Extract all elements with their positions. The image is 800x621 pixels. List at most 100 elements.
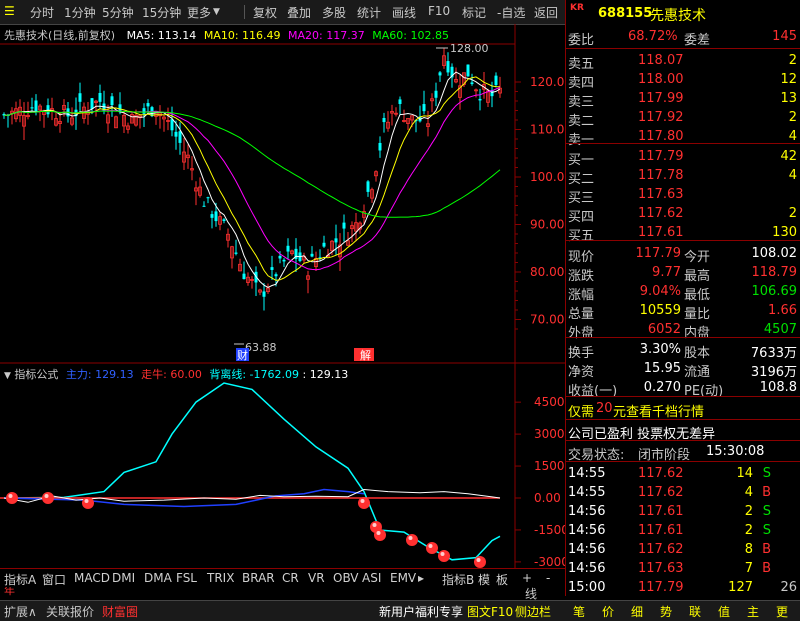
buy-row[interactable]: 买三 117.63 (566, 185, 800, 206)
zixuan-button[interactable]: -自选 (497, 4, 525, 21)
tick-volume: 2 (744, 523, 753, 538)
panel-tab[interactable]: 细 (631, 603, 643, 620)
candle-body (466, 64, 470, 77)
buy-price: 117.79 (638, 149, 684, 164)
buy-row[interactable]: 买四 117.62 2 (566, 204, 800, 225)
huaxian-button[interactable]: 画线 (392, 4, 416, 21)
trade-status-time: 15:30:08 (706, 444, 765, 459)
tab-5min[interactable]: 5分钟 (102, 4, 134, 21)
tab-more[interactable]: 更多 (187, 4, 211, 21)
signal-marker (426, 542, 438, 554)
diejia-button[interactable]: 叠加 (287, 4, 311, 21)
tick-row: 14:56 117.61 2 S (566, 521, 800, 540)
f10-graphic-button[interactable]: 图文F10 (467, 603, 513, 620)
indicator-tab[interactable]: EMV (390, 571, 416, 585)
panel-tab[interactable]: 价 (602, 603, 614, 620)
indicator-tab[interactable]: VR (308, 571, 325, 585)
indicator-tab[interactable]: BRAR (242, 571, 275, 585)
indicator-tab[interactable]: ASI (362, 571, 381, 585)
jie-tag[interactable]: 解 (360, 348, 371, 362)
linked-quote-button[interactable]: 关联报价 (46, 603, 94, 620)
tab-scroll-icon[interactable]: - (546, 571, 550, 585)
signal-marker-highlight (440, 552, 445, 556)
panel-tab[interactable]: 更 (776, 603, 788, 620)
indicator-legend: ▼ 指标公式 主力: 129.13 走牛: 60.00 背离线: -1762.0… (4, 366, 348, 382)
candle-body (34, 100, 38, 113)
ma60-line (3, 110, 501, 218)
fuquan-button[interactable]: 复权 (253, 4, 277, 21)
tab-scroll-icon[interactable]: ▸ (418, 571, 424, 585)
candle-body (478, 98, 482, 101)
indicator-tab[interactable]: DMA (144, 571, 172, 585)
indicator-tab[interactable]: MACD (74, 571, 110, 585)
fin-tag[interactable]: 财 (237, 348, 248, 362)
tick-time: 14:56 (568, 561, 606, 576)
promo-post: 元查看千档行情 (613, 405, 705, 420)
f10-button[interactable]: F10 (428, 4, 450, 18)
fund-value: 3.30% (639, 342, 681, 357)
panel-tab[interactable]: 主 (747, 603, 759, 620)
biaoji-button[interactable]: 标记 (462, 4, 486, 21)
indicator-axis-label: 1500 (534, 459, 565, 473)
indicator-tab[interactable]: 板 (496, 571, 508, 588)
fund-value: 0.270 (643, 380, 681, 395)
promo-row[interactable]: 仅需 20 元查看千档行情 (566, 399, 800, 420)
ma60-legend: MA60: 102.85 (372, 29, 449, 42)
zouniu-legend: 走牛: 60.00 (141, 368, 202, 381)
fanhui-button[interactable]: 返回 (534, 4, 558, 21)
ma5-line (3, 71, 501, 288)
tick-row: 15:00 117.79 127 26 (566, 578, 800, 597)
tongji-button[interactable]: 统计 (357, 4, 381, 21)
indicator-axis-label: -3000 (534, 555, 565, 569)
indicator-tab[interactable]: 指标B (442, 571, 474, 588)
sell-row[interactable]: 卖三 117.99 13 (566, 89, 800, 110)
sell-volume: 12 (780, 72, 797, 87)
wealth-circle-button[interactable]: 财富圈 (102, 603, 138, 620)
indicator-tab[interactable]: DMI (112, 571, 135, 585)
buy-price: 117.61 (638, 225, 684, 240)
tab-scroll-icon[interactable]: + (522, 571, 532, 585)
indicator-tab[interactable]: CR (282, 571, 299, 585)
signal-marker (474, 556, 486, 568)
quote-value-2: 4507 (763, 322, 797, 337)
sell-row[interactable]: 卖四 118.00 12 (566, 70, 800, 91)
indicator-tab[interactable]: OBV (333, 571, 359, 585)
tick-volume: 7 (744, 561, 753, 576)
more-chevron-icon[interactable]: ▼ (213, 7, 220, 17)
indicator-tab[interactable]: FSL (176, 571, 197, 585)
panel-tab[interactable]: 笔 (573, 603, 585, 620)
sell-row[interactable]: 卖五 118.07 2 (566, 51, 800, 72)
buy-row[interactable]: 买二 117.78 4 (566, 166, 800, 187)
candle-body (210, 214, 214, 218)
tick-price: 117.63 (638, 561, 684, 576)
sell-row[interactable]: 卖二 117.92 2 (566, 108, 800, 129)
price-axis-label: 90.00 (530, 218, 564, 232)
weicha-value: 145 (772, 29, 797, 44)
new-user-promo[interactable]: 新用户福利专享 (379, 603, 463, 620)
indicator-tab[interactable]: TRIX (207, 571, 234, 585)
indicator-title[interactable]: 指标公式 (14, 368, 58, 381)
tab-fenshi[interactable]: 分时 (30, 4, 54, 21)
panel-tab[interactable]: 值 (718, 603, 730, 620)
menu-icon[interactable]: ☰ (4, 4, 15, 18)
indicator-collapse-icon[interactable]: ▼ (4, 371, 11, 381)
expand-button[interactable]: 扩展∧ (4, 603, 37, 620)
panel-tab[interactable]: 联 (689, 603, 701, 620)
tick-side: S (762, 523, 771, 538)
tab-1min[interactable]: 1分钟 (64, 4, 96, 21)
sidebar-button[interactable]: 侧边栏 (515, 603, 551, 620)
panel-tab[interactable]: 势 (660, 603, 672, 620)
buy-row[interactable]: 买一 117.79 42 (566, 147, 800, 168)
candle-body (274, 274, 278, 277)
stock-code: 688155 (598, 6, 653, 21)
indicator-tab[interactable]: 模 (478, 571, 490, 588)
indicator-tab[interactable]: 窗口 (42, 571, 66, 588)
candle-body (378, 142, 382, 151)
duogu-button[interactable]: 多股 (322, 4, 346, 21)
candle-body (46, 105, 50, 115)
candle-body (438, 72, 442, 76)
tab-15min[interactable]: 15分钟 (142, 4, 181, 21)
kline-chart[interactable]: 120.0 110.0 100.0 90.00 80.00 70.00 4500 3000 15… (0, 24, 565, 569)
indicator-tab[interactable]: 指标A (4, 571, 36, 588)
sell-price: 117.99 (638, 91, 684, 106)
